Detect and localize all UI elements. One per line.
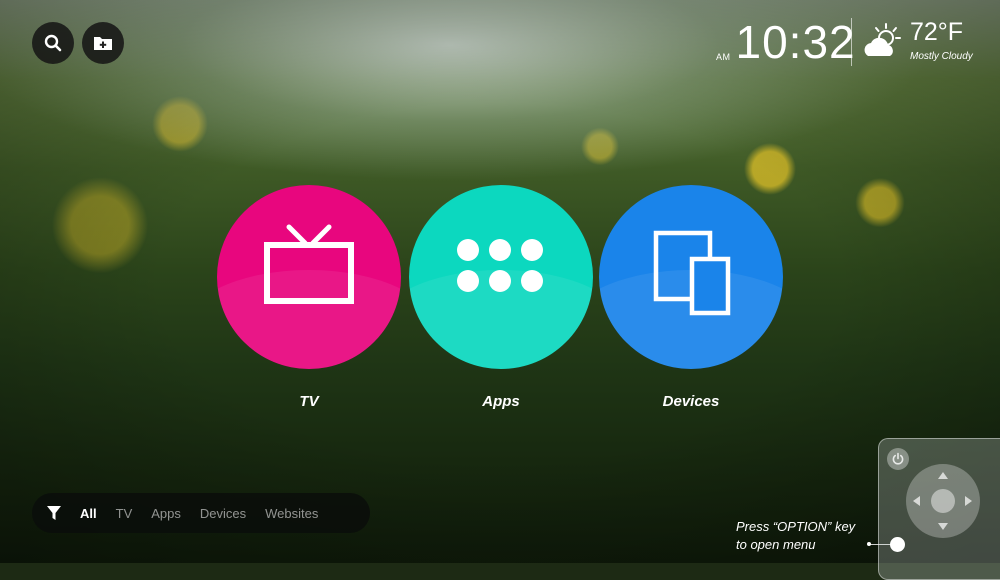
devices-tile-label: Devices: [662, 393, 720, 410]
clock-ampm: AM: [716, 52, 731, 62]
add-folder-icon: [94, 37, 112, 50]
filter-devices[interactable]: Devices: [200, 506, 246, 521]
tv-tile-label: TV: [299, 393, 319, 410]
filter-tv[interactable]: TV: [116, 506, 133, 521]
power-icon: [892, 452, 904, 465]
devices-tile[interactable]: [599, 185, 783, 369]
dpad-center-button[interactable]: [931, 489, 955, 513]
hint-line-2: to open menu: [736, 537, 816, 552]
clock-time: 10:32: [735, 16, 856, 68]
clock: AM 10:32: [716, 16, 856, 68]
filter-websites[interactable]: Websites: [265, 506, 318, 521]
add-folder-button[interactable]: [82, 22, 124, 64]
apps-tile-label: Apps: [482, 393, 520, 410]
search-icon: [44, 34, 62, 52]
dpad-down-arrow-icon[interactable]: [938, 523, 948, 530]
dpad-right-arrow-icon[interactable]: [965, 496, 972, 506]
partly-cloudy-icon: [864, 23, 901, 56]
filter-all[interactable]: All: [80, 506, 97, 521]
apps-grid-icon: [457, 239, 543, 292]
tv-tile[interactable]: [217, 185, 401, 369]
apps-tile[interactable]: [409, 185, 593, 369]
option-menu-knob[interactable]: [890, 537, 905, 552]
dpad-left-arrow-icon[interactable]: [913, 496, 920, 506]
power-button[interactable]: [887, 448, 909, 470]
option-key-hint: Press “OPTION” key to open menu: [736, 518, 855, 554]
hint-line-1: Press “OPTION” key: [736, 519, 856, 534]
filter-bar: All TV Apps Devices Websites: [32, 493, 370, 533]
clock-weather-divider: [851, 18, 852, 66]
weather-temperature: 72°F: [910, 18, 964, 46]
tv-icon: [264, 224, 354, 304]
filter-icon[interactable]: [34, 493, 74, 533]
filter-apps[interactable]: Apps: [151, 506, 181, 521]
weather-description: Mostly Cloudy: [910, 51, 973, 62]
devices-icon: [653, 230, 731, 316]
hint-connector-dot: [867, 542, 871, 546]
search-button[interactable]: [32, 22, 74, 64]
dpad-up-arrow-icon[interactable]: [938, 472, 948, 479]
